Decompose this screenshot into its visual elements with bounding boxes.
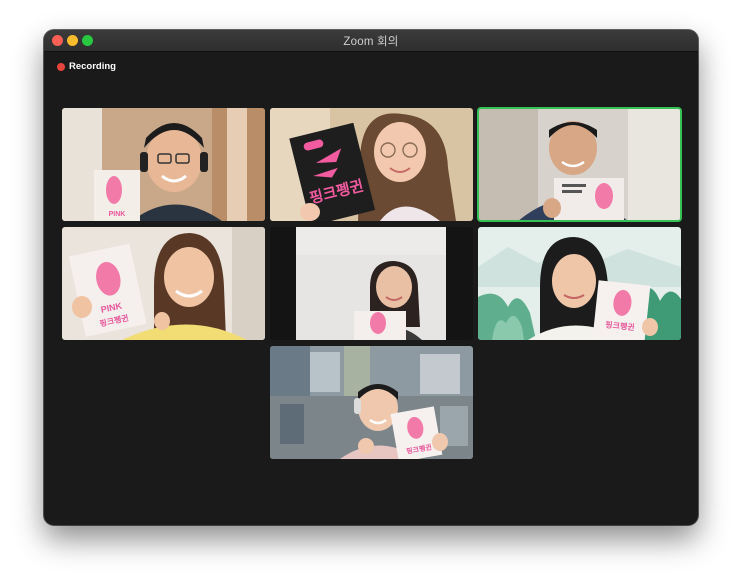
recording-indicator[interactable]: Recording <box>57 61 116 72</box>
participant-video: 핑크펭귄 <box>478 227 681 340</box>
participant-video: PINK 핑크펭귄 <box>62 227 265 340</box>
participant-video-tile[interactable]: 핑크펭귄 <box>270 346 473 459</box>
participant-video: 핑크펭귄 <box>270 346 473 459</box>
svg-text:PINK: PINK <box>109 211 126 218</box>
window-title: Zoom 회의 <box>343 36 399 48</box>
zoom-window: Zoom 회의 Recording PINK 핑크펭귄 PINK 핑크펭귄 핑크… <box>44 30 698 525</box>
participant-video <box>478 108 681 221</box>
recording-label: Recording <box>69 61 116 72</box>
participant-video-tile[interactable]: 핑크펭귄 <box>478 227 681 340</box>
participant-video-tile[interactable]: PINK <box>62 108 265 221</box>
title-bar[interactable]: Zoom 회의 <box>44 30 698 52</box>
participant-video: PINK <box>62 108 265 221</box>
participant-video-tile[interactable]: 핑크펭귄 <box>270 108 473 221</box>
participant-video <box>270 227 473 340</box>
participant-video: 핑크펭귄 <box>270 108 473 221</box>
participant-video-tile[interactable] <box>270 227 473 340</box>
participant-video-tile[interactable]: PINK 핑크펭귄 <box>62 227 265 340</box>
active-speaker-video-tile[interactable] <box>477 107 682 222</box>
recording-dot-icon <box>57 62 65 71</box>
